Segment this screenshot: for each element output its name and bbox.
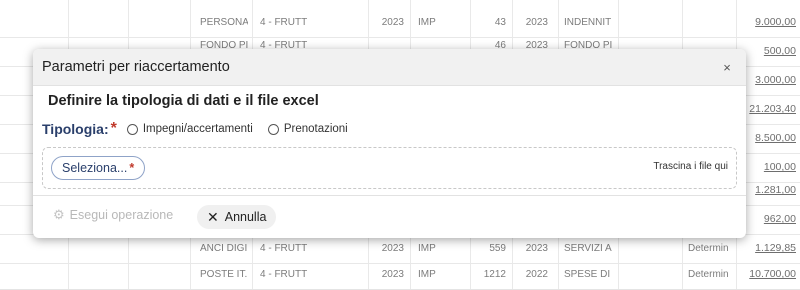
dialog-title: Parametri per riaccertamento <box>42 59 230 75</box>
gear-icon: ⚙ <box>53 207 65 222</box>
file-dropzone[interactable]: Seleziona... * Trascina i file qui <box>42 147 737 189</box>
radio-impegni-accertamenti[interactable]: Impegni/accertamenti <box>126 123 253 135</box>
cancel-button[interactable]: ✕ Annulla <box>197 205 277 229</box>
radio-button-icon[interactable] <box>267 123 279 135</box>
tipologia-label: Tipologia: <box>42 121 109 137</box>
select-file-button[interactable]: Seleziona... * <box>51 156 146 180</box>
dialog-footer: ⚙ Esegui operazione ✕ Annulla <box>33 195 746 238</box>
required-asterisk: * <box>129 161 135 175</box>
radio-label: Impegni/accertamenti <box>142 123 253 135</box>
close-icon: ✕ <box>207 208 219 225</box>
dialog-subtitle: Definire la tipologia di dati e il file … <box>48 93 319 109</box>
cancel-label: Annulla <box>224 210 267 224</box>
execute-button[interactable]: ⚙ Esegui operazione <box>53 207 173 223</box>
radio-prenotazioni[interactable]: Prenotazioni <box>267 123 348 135</box>
close-icon[interactable]: × <box>720 60 734 75</box>
required-asterisk: * <box>110 120 117 137</box>
select-file-label: Seleziona... <box>62 161 128 175</box>
tipologia-row: Tipologia: * Impegni/accertamenti Prenot… <box>42 120 348 138</box>
riaccertamento-dialog: Parametri per riaccertamento × Definire … <box>33 49 746 238</box>
radio-label: Prenotazioni <box>283 123 348 135</box>
execute-label: Esegui operazione <box>69 208 174 222</box>
drag-hint: Trascina i file qui <box>653 161 728 172</box>
dialog-header: Parametri per riaccertamento × <box>33 49 746 86</box>
radio-button-icon[interactable] <box>126 123 138 135</box>
